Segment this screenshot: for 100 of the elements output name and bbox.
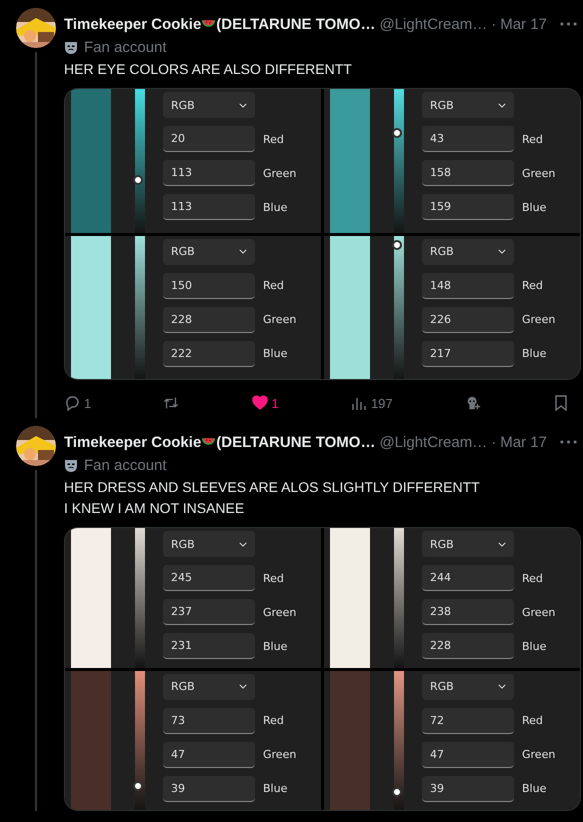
views-button[interactable]: 197 — [350, 395, 393, 411]
channel-label: Blue — [522, 782, 546, 795]
value-field[interactable]: 47 — [163, 742, 255, 768]
value-field[interactable]: 39 — [422, 776, 514, 802]
post-date[interactable]: Mar 17 — [500, 16, 547, 32]
value-field[interactable]: 159 — [422, 194, 514, 220]
account-label: Fan account — [84, 39, 167, 56]
post-date[interactable]: Mar 17 — [500, 434, 547, 450]
watermelon-icon — [201, 19, 216, 29]
value-field[interactable]: 222 — [163, 340, 255, 366]
more-icon[interactable] — [560, 22, 577, 26]
value-field[interactable]: 73 — [163, 708, 255, 734]
watermelon-icon — [201, 437, 216, 447]
channel-label: Blue — [263, 782, 288, 795]
channel-label: Red — [522, 714, 543, 727]
slider-thumb[interactable] — [392, 128, 402, 138]
channel-label: Red — [522, 132, 543, 146]
author-name-suffix[interactable]: (DELTARUNE TOMO… — [216, 434, 376, 450]
chevron-down-icon — [239, 542, 247, 546]
channel-label: Red — [263, 714, 284, 727]
slider-thumb[interactable] — [392, 787, 402, 798]
channel-label: Blue — [522, 640, 546, 652]
mode-dropdown[interactable]: RGB — [422, 531, 514, 557]
value-field[interactable]: 228 — [163, 306, 255, 332]
channel-label: Green — [263, 606, 296, 618]
color-slider[interactable] — [133, 89, 147, 232]
slider-thumb[interactable] — [133, 174, 143, 185]
robot-plus-icon[interactable] — [464, 395, 481, 411]
tweet-text: HER EYE COLORS ARE ALSO DIFFERENTT — [64, 60, 353, 79]
channel-label: Red — [263, 279, 284, 292]
value-field[interactable]: 113 — [163, 194, 255, 220]
bar-chart-icon — [350, 395, 367, 411]
chevron-down-icon — [239, 684, 247, 689]
slider-thumb[interactable] — [133, 781, 143, 792]
value-field[interactable]: 226 — [422, 306, 514, 332]
value-field[interactable]: 72 — [422, 708, 514, 734]
chevron-down-icon — [498, 542, 506, 546]
author-name[interactable]: Timekeeper Cookie — [64, 16, 202, 32]
mode-dropdown[interactable]: RGB — [163, 238, 255, 264]
channel-label: Green — [522, 606, 556, 618]
value-field[interactable]: 237 — [163, 599, 255, 625]
separator-dot: · — [491, 16, 496, 32]
channel-label: Red — [522, 279, 543, 292]
channel-label: Green — [522, 166, 556, 180]
chevron-down-icon — [498, 249, 506, 254]
value-field[interactable]: 228 — [422, 633, 514, 659]
more-icon[interactable] — [560, 440, 577, 444]
channel-label: Red — [522, 572, 543, 584]
channel-label: Green — [263, 748, 296, 761]
channel-label: Green — [263, 313, 296, 326]
value-field[interactable]: 245 — [163, 565, 255, 591]
like-button[interactable]: 1 — [252, 395, 279, 411]
color-slider[interactable] — [392, 89, 406, 232]
slider-thumb[interactable] — [392, 240, 402, 250]
color-slider[interactable] — [133, 670, 147, 810]
value-field[interactable]: 158 — [422, 160, 514, 186]
bookmark-icon[interactable] — [552, 395, 569, 411]
value-field[interactable]: 47 — [422, 742, 514, 768]
author-handle[interactable]: @LightCream… — [379, 16, 488, 32]
mask-icon — [64, 458, 78, 472]
heart-icon — [252, 395, 268, 411]
value-field[interactable]: 113 — [163, 160, 255, 186]
color-slider[interactable] — [392, 670, 406, 810]
channel-label: Blue — [263, 640, 288, 652]
channel-label: Blue — [263, 347, 288, 360]
channel-label: Red — [263, 132, 284, 146]
channel-label: Blue — [263, 200, 288, 214]
value-field[interactable]: 148 — [422, 272, 514, 298]
value-field[interactable]: 231 — [163, 633, 255, 659]
value-field[interactable]: 217 — [422, 340, 514, 366]
chevron-down-icon — [239, 249, 247, 254]
separator-dot: · — [491, 434, 496, 450]
repost-icon[interactable] — [163, 395, 180, 411]
value-field[interactable]: 43 — [422, 126, 514, 152]
channel-label: Green — [522, 313, 556, 326]
chevron-down-icon — [498, 102, 506, 108]
author-name-suffix[interactable]: (DELTARUNE TOMO… — [216, 16, 376, 32]
value-field[interactable]: 150 — [163, 272, 255, 298]
mode-dropdown[interactable]: RGB — [422, 92, 514, 118]
value-field[interactable]: 238 — [422, 599, 514, 625]
channel-label: Red — [263, 572, 284, 584]
mode-dropdown[interactable]: RGB — [163, 674, 255, 700]
author-name[interactable]: Timekeeper Cookie — [64, 434, 202, 450]
value-field[interactable]: 244 — [422, 565, 514, 591]
mode-dropdown[interactable]: RGB — [422, 674, 514, 700]
author-handle[interactable]: @LightCream… — [379, 434, 488, 450]
mode-dropdown[interactable]: RGB — [422, 238, 514, 264]
mask-icon — [64, 40, 78, 54]
value-field[interactable]: 39 — [163, 776, 255, 802]
color-slider[interactable] — [392, 236, 406, 379]
value-field[interactable]: 20 — [163, 126, 255, 152]
mode-dropdown[interactable]: RGB — [163, 531, 255, 557]
tweet-text: HER DRESS AND SLEEVES ARE ALOS SLIGHTLY DIFFERENTT I KNEW I AM NOT INSANEE — [64, 478, 481, 518]
channel-label: Blue — [522, 347, 546, 360]
reply-icon — [64, 395, 80, 411]
reply-button[interactable]: 1 — [64, 395, 92, 411]
chevron-down-icon — [498, 684, 506, 689]
channel-label: Blue — [522, 200, 546, 214]
channel-label: Green — [522, 748, 556, 761]
mode-dropdown[interactable]: RGB — [163, 92, 255, 118]
